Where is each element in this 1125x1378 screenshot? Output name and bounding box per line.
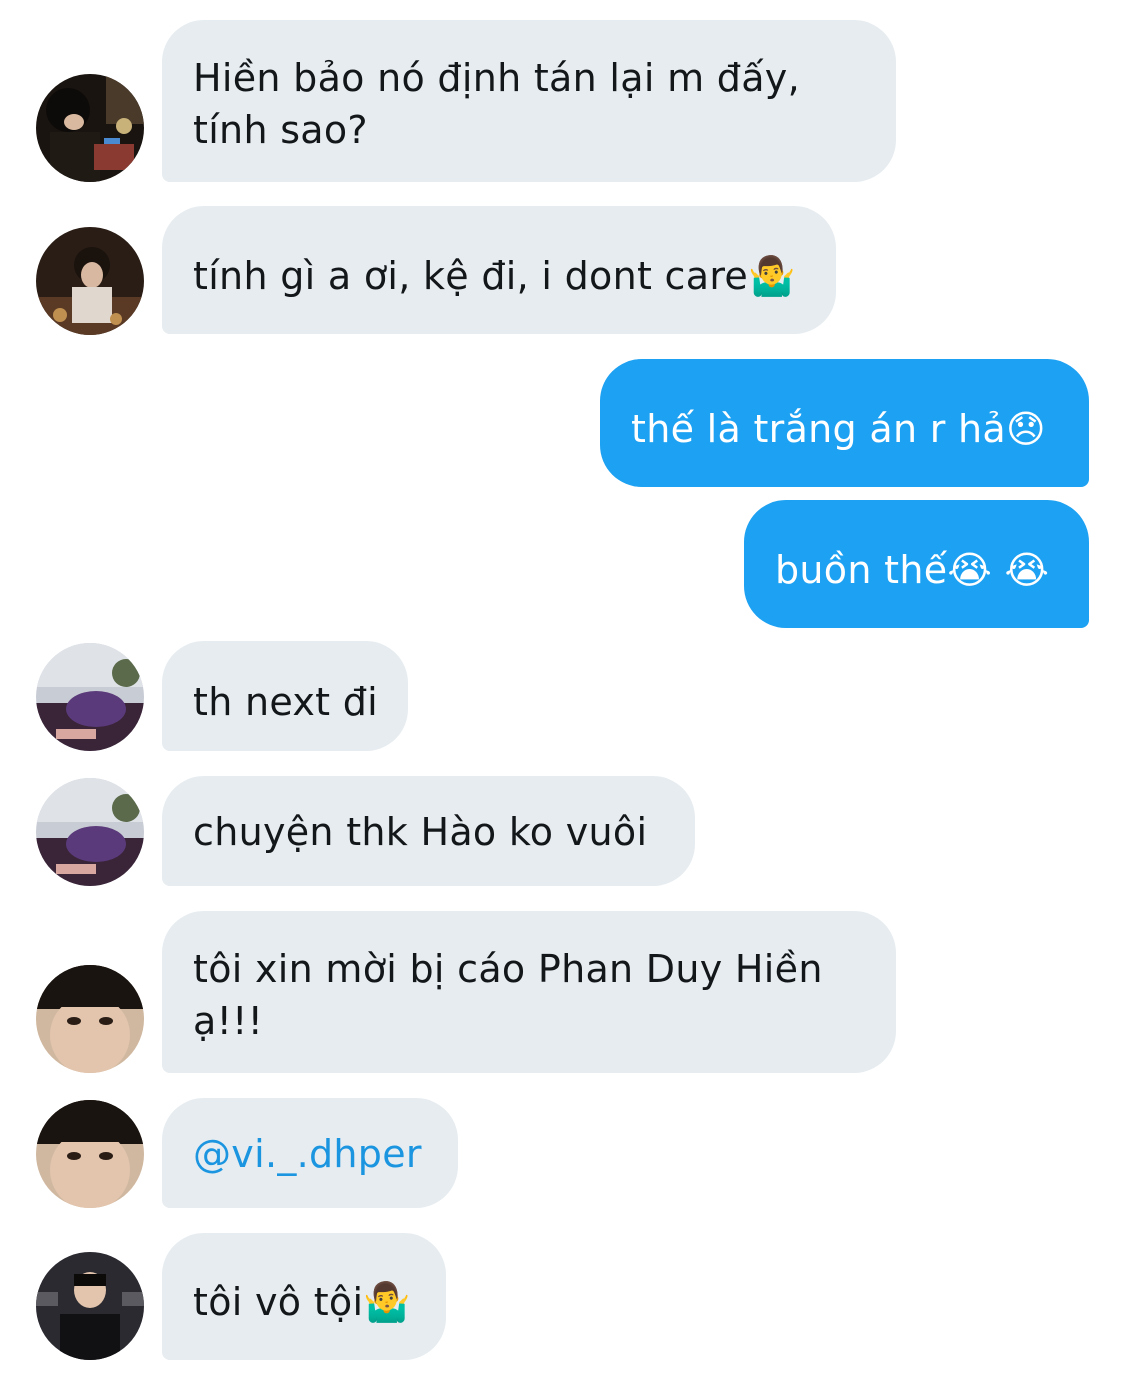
- message-text: tôi vô tội🤷‍♂️: [193, 1280, 411, 1324]
- message-bubble-outgoing[interactable]: buồn thế😭 😭: [744, 500, 1089, 628]
- message-text-line: tôi xin mời bị cáo Phan Duy Hiền: [193, 947, 823, 991]
- avatar-sleeping-purple-hoodie[interactable]: [36, 643, 144, 751]
- message-text: thế là trắng án r hả😞: [631, 407, 1046, 451]
- avatar-dark-room-eating[interactable]: [36, 227, 144, 335]
- avatar-selfie-face[interactable]: [36, 965, 144, 1073]
- avatar-sponsor-backdrop[interactable]: [36, 1252, 144, 1360]
- message-text: buồn thế😭 😭: [775, 548, 1050, 592]
- message-bubble-incoming[interactable]: @vi._.dhper: [162, 1098, 458, 1208]
- message-bubble-outgoing[interactable]: thế là trắng án r hả😞: [600, 359, 1089, 487]
- message-bubble-incoming[interactable]: tôi vô tội🤷‍♂️: [162, 1233, 446, 1360]
- message-text-line: tính sao?: [193, 108, 368, 152]
- message-bubble-incoming[interactable]: th next đi: [162, 641, 408, 751]
- avatar-dark-room-phone[interactable]: [36, 74, 144, 182]
- message-text-line: Hiền bảo nó định tán lại m đấy,: [193, 56, 800, 100]
- avatar-sleeping-purple-hoodie[interactable]: [36, 778, 144, 886]
- avatar-selfie-face[interactable]: [36, 1100, 144, 1208]
- mention-link[interactable]: @vi._.dhper: [193, 1132, 422, 1176]
- message-bubble-incoming[interactable]: chuyện thk Hào ko vuôi: [162, 776, 695, 886]
- message-bubble-incoming[interactable]: tính gì a ơi, kệ đi, i dont care🤷‍♂️: [162, 206, 836, 334]
- message-text: th next đi: [193, 680, 379, 724]
- message-bubble-incoming[interactable]: Hiền bảo nó định tán lại m đấy, tính sao…: [162, 20, 896, 182]
- message-text: tính gì a ơi, kệ đi, i dont care🤷‍♂️: [193, 254, 796, 298]
- message-text-line: ạ!!!: [193, 999, 264, 1043]
- message-text: chuyện thk Hào ko vuôi: [193, 810, 648, 854]
- message-bubble-incoming[interactable]: tôi xin mời bị cáo Phan Duy Hiền ạ!!!: [162, 911, 896, 1073]
